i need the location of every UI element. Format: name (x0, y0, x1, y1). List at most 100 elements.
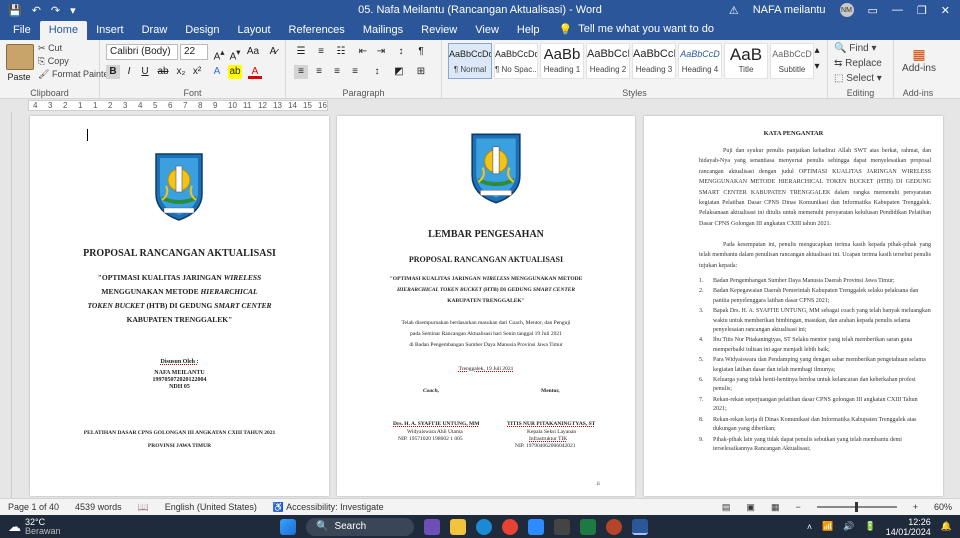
file-explorer-icon[interactable] (450, 518, 466, 535)
grow-font-icon[interactable]: A▴ (212, 45, 226, 62)
tab-layout[interactable]: Layout (229, 21, 280, 40)
paste-button[interactable]: Paste (6, 44, 34, 82)
underline-button[interactable]: U (138, 65, 152, 79)
sort-icon[interactable]: ↕ (394, 45, 408, 59)
line-spacing-icon[interactable]: ↕ (370, 65, 384, 79)
page-preface[interactable]: KATA PENGANTAR Puji dan syukur penulis p… (644, 116, 943, 496)
start-icon[interactable] (280, 518, 296, 535)
zoom-in-icon[interactable]: + (913, 502, 918, 512)
font-size-combo[interactable]: 22 (180, 44, 208, 60)
avatar[interactable]: NM (839, 3, 854, 17)
tab-view[interactable]: View (466, 21, 508, 40)
bullets-icon[interactable]: ☰ (294, 45, 308, 59)
style-heading-4[interactable]: AaBbCcD Heading 4 (678, 43, 722, 79)
tab-mailings[interactable]: Mailings (354, 21, 412, 40)
wifi-icon[interactable]: 📶 (822, 521, 833, 532)
bold-button[interactable]: B (106, 65, 120, 79)
style-no-spacing[interactable]: AaBbCcDd ¶ No Spac... (494, 43, 538, 79)
redo-icon[interactable]: ↷ (51, 4, 60, 17)
shrink-font-icon[interactable]: A▾ (228, 45, 242, 62)
horizontal-ruler[interactable]: 4 3 2 1 1 2 3 4 5 6 7 8 9 10 11 12 13 14 15 16 (0, 99, 960, 112)
save-icon[interactable]: 💾 (8, 4, 22, 17)
customize-qat-icon[interactable]: ▾ (70, 4, 76, 17)
justify-icon[interactable]: ≡ (348, 65, 362, 79)
page-count[interactable]: Page 1 of 40 (8, 502, 59, 512)
word-count[interactable]: 4539 words (75, 502, 122, 512)
tab-home[interactable]: Home (39, 21, 88, 40)
style-subtitle[interactable]: AaBbCcD Subtitle (770, 43, 814, 79)
copy-button[interactable]: ⎘ Copy (38, 56, 69, 67)
minimize-icon[interactable]: — (892, 4, 903, 16)
increase-indent-icon[interactable]: ⇥ (374, 45, 388, 59)
close-icon[interactable]: ✕ (941, 4, 950, 17)
vertical-ruler[interactable] (0, 112, 12, 498)
change-case-icon[interactable]: Aa (246, 45, 260, 59)
maximize-icon[interactable]: ❐ (917, 4, 927, 17)
read-mode-icon[interactable]: ▤ (722, 502, 731, 513)
undo-icon[interactable]: ↶ (32, 4, 41, 17)
web-layout-icon[interactable]: ▦ (771, 502, 780, 513)
zoom-thumb[interactable] (854, 502, 858, 512)
cut-button[interactable]: ✂ Cut (38, 43, 62, 54)
pilcrow-icon[interactable]: ¶ (414, 45, 428, 59)
battery-icon[interactable]: 🔋 (865, 521, 876, 532)
print-layout-icon[interactable]: ▣ (746, 502, 755, 513)
tab-help[interactable]: Help (508, 21, 549, 40)
accessibility-status[interactable]: ♿ Accessibility: Investigate (273, 502, 384, 513)
copilot-icon[interactable] (424, 518, 440, 535)
weather-widget[interactable]: ☁ 32°C Berawan (0, 517, 61, 536)
styles-more-icon[interactable]: ▾ (810, 60, 824, 74)
align-left-icon[interactable]: ≡ (294, 65, 308, 79)
font-name-combo[interactable]: Calibri (Body) (106, 44, 178, 60)
tab-insert[interactable]: Insert (87, 21, 133, 40)
shading-icon[interactable]: ◩ (392, 65, 406, 79)
style-heading-3[interactable]: AaBbCcI Heading 3 (632, 43, 676, 79)
tell-me-search[interactable]: 💡 Tell me what you want to do (559, 23, 714, 40)
subscript-button[interactable]: x₂ (174, 65, 188, 79)
tab-references[interactable]: References (280, 21, 354, 40)
highlight-icon[interactable]: ab (228, 65, 242, 79)
tab-review[interactable]: Review (412, 21, 466, 40)
superscript-button[interactable]: x² (190, 65, 204, 79)
zoom-slider[interactable] (816, 502, 897, 512)
font-color-icon[interactable]: A (248, 65, 262, 79)
zoom-app-icon[interactable] (528, 518, 544, 535)
zoom-level[interactable]: 60% (934, 502, 952, 512)
borders-icon[interactable]: ⊞ (414, 65, 428, 79)
style-heading-2[interactable]: AaBbCcI Heading 2 (586, 43, 630, 79)
tab-file[interactable]: File (4, 21, 40, 40)
volume-icon[interactable]: 🔊 (843, 521, 854, 532)
zoom-out-icon[interactable]: − (795, 502, 800, 512)
clear-format-icon[interactable]: A̷ (266, 45, 280, 59)
ribbon-display-icon[interactable]: ▭ (868, 4, 878, 17)
style-title[interactable]: AaB Title (724, 43, 768, 79)
strikethrough-button[interactable]: ab (156, 65, 170, 79)
numbering-icon[interactable]: ≡ (314, 45, 328, 59)
word-icon[interactable] (632, 518, 648, 535)
replace-button[interactable]: ⇆ Replace (834, 58, 882, 69)
clock[interactable]: 12:26 14/01/2024 (886, 517, 931, 537)
decrease-indent-icon[interactable]: ⇤ (356, 45, 370, 59)
find-button[interactable]: 🔍 Find ▾ (834, 43, 877, 54)
chrome-profile-icon[interactable] (606, 518, 622, 535)
chrome-icon[interactable] (502, 518, 518, 535)
notification-icon[interactable]: 🔔 (941, 521, 952, 532)
multilevel-list-icon[interactable]: ☷ (334, 45, 348, 59)
settings-icon[interactable] (554, 518, 570, 535)
tab-draw[interactable]: Draw (133, 21, 177, 40)
align-center-icon[interactable]: ≡ (312, 65, 326, 79)
excel-icon[interactable] (580, 518, 596, 535)
addins-button[interactable]: ▦ Add-ins (902, 46, 936, 74)
user-name[interactable]: NAFA meilantu (753, 4, 826, 16)
align-right-icon[interactable]: ≡ (330, 65, 344, 79)
chevron-up-icon[interactable]: ˄ (807, 522, 812, 532)
select-button[interactable]: ⬚ Select ▾ (834, 73, 882, 84)
style-heading-1[interactable]: AaBb Heading 1 (540, 43, 584, 79)
page-approval[interactable]: LEMBAR PENGESAHAN PROPOSAL RANCANGAN AKT… (337, 116, 635, 496)
document-area[interactable]: PROPOSAL RANCANGAN AKTUALISASI "OPTIMASI… (0, 112, 960, 498)
page-cover[interactable]: PROPOSAL RANCANGAN AKTUALISASI "OPTIMASI… (30, 116, 329, 496)
style-normal[interactable]: AaBbCcDd ¶ Normal (448, 43, 492, 79)
styles-scroll-up-icon[interactable]: ▴ (810, 44, 824, 58)
text-effects-icon[interactable]: A (210, 65, 224, 79)
edge-icon[interactable] (476, 518, 492, 535)
